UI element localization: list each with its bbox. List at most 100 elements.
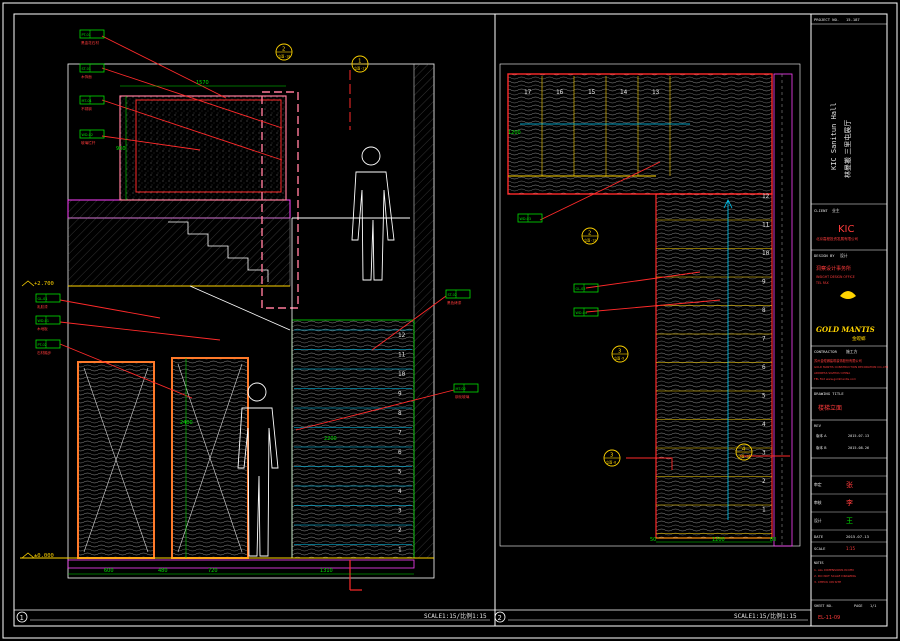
bubble-ref: 立面-8 bbox=[606, 460, 616, 465]
callout-tag[interactable]: MT-01 不锈钢 bbox=[79, 95, 105, 111]
callout-tag[interactable]: PT-01 黑金花石材 bbox=[79, 29, 105, 45]
upper-floor-slab bbox=[67, 199, 291, 219]
callout-tag[interactable]: ST-01 木饰面 bbox=[79, 63, 105, 79]
section-bubble[interactable]: 1立面-11 bbox=[351, 55, 369, 73]
project-label: PROJECT NO. bbox=[814, 17, 839, 22]
section-bubble[interactable]: 2立面-12 bbox=[581, 227, 599, 245]
notes-4: 3. CHECK ON SITE bbox=[814, 580, 841, 584]
dim-top-1: 1570 bbox=[196, 80, 209, 86]
right-step-number: 6 bbox=[762, 364, 766, 371]
signature-2-name: 李 bbox=[846, 498, 853, 507]
project-name-en: KIC Sanitun Hall bbox=[830, 103, 838, 170]
callout-code: PT-01 bbox=[82, 33, 91, 37]
right-elevation[interactable]: 17 16 15 14 13 12 11 10 9 8 7 6 5 4 3 2 1 50 1200 80 12… bbox=[499, 63, 801, 547]
callout-tag[interactable]: WD-03 bbox=[517, 213, 543, 223]
callout-code: MT-01 bbox=[82, 99, 92, 103]
designer-address-2: TEL FAX bbox=[815, 281, 829, 285]
contractor-line-2: GOLD MANTIS CONSTRUCTION DECORATION CO.,… bbox=[814, 365, 888, 369]
designer: 设计 bbox=[840, 253, 848, 258]
callout-code: GL-02 bbox=[576, 287, 586, 291]
bubble-ref: 立面-9 bbox=[614, 356, 624, 361]
brand: GOLD MANTIS bbox=[816, 325, 875, 334]
view-number-1: 1 bbox=[20, 614, 24, 622]
stair-stringer-line bbox=[189, 285, 291, 331]
view-scale-1: SCALE1:15/比例1:15 bbox=[424, 612, 487, 620]
revision-label: REV bbox=[814, 423, 822, 428]
left-step-number: 5 bbox=[398, 469, 402, 476]
right-top-step-number: 15 bbox=[588, 89, 596, 96]
left-step-number: 8 bbox=[398, 410, 402, 417]
right-step-number: 7 bbox=[762, 336, 766, 343]
revision-2-label: 版本 B bbox=[816, 445, 827, 450]
date-value: 2015.07.13 bbox=[846, 534, 869, 539]
callout-tag[interactable]: WD-04 bbox=[573, 307, 599, 317]
right-dim-1: 50 bbox=[650, 537, 656, 543]
dim-side-1: 900 bbox=[116, 146, 126, 152]
cad-drawing-canvas[interactable]: 121110987654321 PT-01黑金花石材ST-01木饰面MT-01不… bbox=[0, 0, 900, 641]
left-step-number: 6 bbox=[398, 449, 402, 456]
notes-3: 2. DO NOT SCALE DRAWING bbox=[814, 574, 857, 578]
bubble-number: 2 bbox=[588, 231, 591, 237]
bubble-number: 2 bbox=[282, 47, 285, 53]
callout-note: 木饰面 bbox=[81, 74, 92, 79]
title-block[interactable]: PROJECT NO. 15-187 KIC Sanitun Hall 林曼搬 … bbox=[810, 13, 888, 627]
callout-note: 木地板 bbox=[37, 326, 48, 331]
view-title-left: 1 SCALE1:15/比例1:15 bbox=[16, 611, 490, 623]
callout-code: GL-01 bbox=[38, 297, 48, 301]
callout-tag[interactable]: PT-02 石材踏步 bbox=[35, 339, 61, 355]
right-step-number: 2 bbox=[762, 478, 766, 485]
revision-2-date: 2015.08.26 bbox=[848, 446, 869, 450]
stair-riser-block bbox=[291, 319, 415, 559]
view-number-2: 2 bbox=[498, 614, 502, 622]
callout-tag[interactable]: ST-02 黑色烤漆 bbox=[445, 289, 471, 305]
human-figure-upper bbox=[351, 146, 395, 281]
right-step-number: 4 bbox=[762, 421, 766, 428]
view-scale-2: SCALE1:15/比例1:15 bbox=[734, 612, 797, 620]
left-step-number: 3 bbox=[398, 508, 402, 515]
callout-tag[interactable]: MT-02 钢化玻璃 bbox=[453, 383, 479, 399]
callout-note: 不锈钢 bbox=[81, 106, 92, 111]
right-top-step-number: 13 bbox=[652, 89, 660, 96]
right-dim-4: 1200 bbox=[508, 130, 521, 136]
bubble-number: 3 bbox=[618, 349, 621, 355]
client: 业主 bbox=[832, 208, 840, 213]
dim-bottom-1: 600 bbox=[104, 568, 114, 574]
bubble-ref: 立面-10 bbox=[738, 454, 750, 459]
left-step-number: 10 bbox=[398, 371, 406, 378]
bubble-number: 1 bbox=[358, 59, 361, 65]
signature-1-role: 审定 bbox=[814, 482, 822, 487]
upper-window-panel bbox=[119, 95, 287, 201]
callout-note: 玻璃栏杆 bbox=[81, 140, 96, 145]
right-step-number: 11 bbox=[762, 222, 770, 229]
section-bubble[interactable]: 2立面-10 bbox=[275, 43, 293, 61]
signature-3-name: 王 bbox=[846, 517, 853, 525]
callout-tag[interactable]: GL-01 乳胶漆 bbox=[35, 293, 61, 309]
right-top-step-number: 16 bbox=[556, 89, 564, 96]
signature-2-role: 审核 bbox=[814, 500, 822, 505]
right-step-number: 9 bbox=[762, 279, 766, 286]
section-bubble[interactable]: 4立面-10 bbox=[735, 443, 753, 461]
section-bubble[interactable]: 3立面-8 bbox=[603, 449, 621, 467]
notes-1: NOTES bbox=[814, 561, 824, 565]
right-step-number: 10 bbox=[762, 250, 770, 257]
callout-tag[interactable]: WD-02 玻璃栏杆 bbox=[79, 129, 105, 145]
left-step-number: 12 bbox=[398, 332, 406, 339]
left-elevation[interactable]: 121110987654321 PT-01黑金花石材ST-01木饰面MT-01不… bbox=[20, 29, 479, 591]
right-step-number: 1 bbox=[762, 507, 766, 514]
callout-note: 黑金花石材 bbox=[81, 40, 99, 45]
callout-code: PT-02 bbox=[38, 343, 47, 347]
callout-note: 石材踏步 bbox=[37, 350, 52, 355]
revision-1-label: 版本 A bbox=[816, 433, 827, 438]
callout-tag[interactable]: WD-01 木地板 bbox=[35, 315, 61, 331]
notes-2: 1. ALL DIMENSIONS IN MM bbox=[814, 568, 854, 572]
callout-code: ST-02 bbox=[448, 293, 457, 297]
drawing-title-label: DRAWING TITLE bbox=[814, 391, 844, 396]
dim-bottom-3: 720 bbox=[208, 568, 218, 574]
sheet-no: EL-11-09 bbox=[818, 615, 840, 621]
right-step-number: 5 bbox=[762, 393, 766, 400]
revision-1-date: 2015.07.13 bbox=[848, 434, 869, 438]
level-upper: +2.700 bbox=[34, 281, 54, 287]
floor-band bbox=[67, 559, 415, 569]
callout-note: 钢化玻璃 bbox=[455, 394, 470, 399]
section-bubble[interactable]: 3立面-9 bbox=[611, 345, 629, 363]
